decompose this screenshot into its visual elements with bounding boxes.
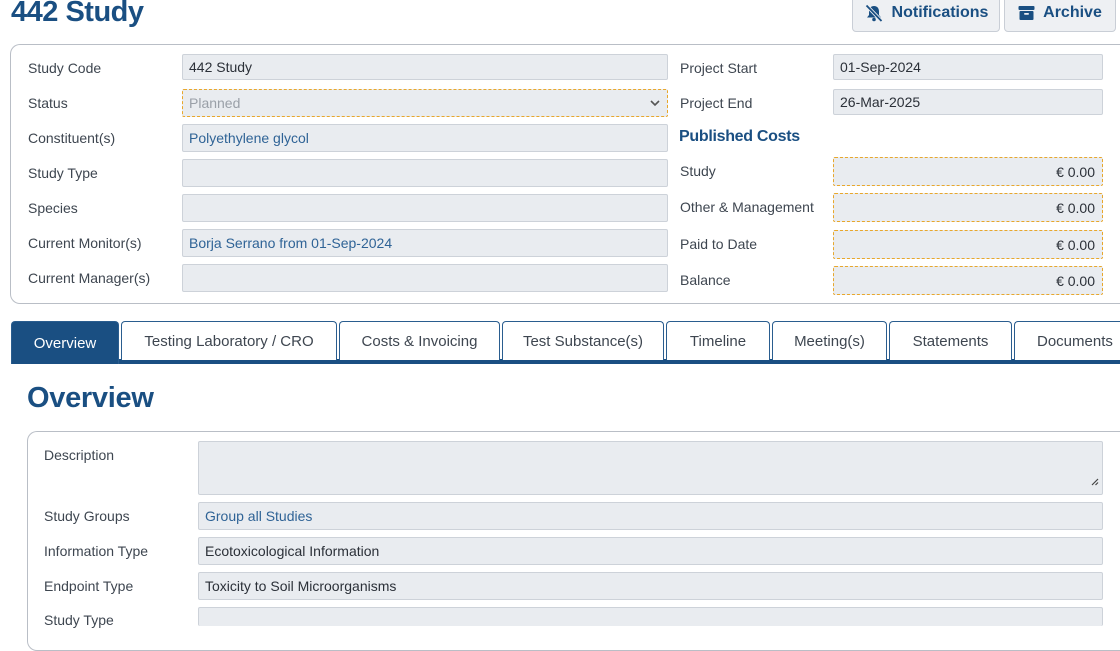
page-title: 442 Study — [11, 0, 144, 28]
overview-study-type-field[interactable] — [198, 607, 1103, 626]
study-code-label: Study Code — [28, 60, 102, 76]
cost-paid-to-date-label: Paid to Date — [680, 236, 758, 252]
endpoint-type-label: Endpoint Type — [44, 578, 134, 594]
status-value: Planned — [189, 95, 241, 111]
resize-handle-icon[interactable] — [1090, 473, 1099, 491]
study-code-field[interactable]: 442 Study — [182, 54, 668, 80]
cost-other-management-label: Other & Management — [680, 199, 814, 215]
cost-other-management-field[interactable]: € 0.00 — [833, 193, 1103, 222]
project-start-label: Project Start — [680, 60, 758, 76]
tab-testing-laboratory[interactable]: Testing Laboratory / CRO — [121, 321, 337, 360]
project-start-field[interactable]: 01-Sep-2024 — [833, 54, 1103, 80]
endpoint-type-field[interactable]: Toxicity to Soil Microorganisms — [198, 572, 1103, 600]
cost-study-field[interactable]: € 0.00 — [833, 157, 1103, 186]
constituents-field[interactable]: Polyethylene glycol — [182, 124, 668, 152]
archive-label: Archive — [1043, 4, 1102, 21]
status-label: Status — [28, 95, 68, 111]
archive-box-icon — [1018, 5, 1035, 21]
project-end-label: Project End — [680, 95, 753, 111]
overview-heading: Overview — [27, 382, 154, 414]
cost-balance-field[interactable]: € 0.00 — [833, 266, 1103, 295]
current-managers-label: Current Manager(s) — [28, 270, 151, 286]
published-costs-heading: Published Costs — [679, 128, 800, 145]
tab-overview[interactable]: Overview — [11, 321, 119, 364]
tab-statements[interactable]: Statements — [889, 321, 1012, 360]
tab-meetings[interactable]: Meeting(s) — [772, 321, 887, 360]
current-monitors-label: Current Monitor(s) — [28, 235, 142, 251]
project-end-field[interactable]: 26-Mar-2025 — [833, 89, 1103, 115]
current-managers-field[interactable] — [182, 264, 668, 292]
tab-documents[interactable]: Documents — [1014, 321, 1120, 360]
constituents-label: Constituent(s) — [28, 130, 116, 146]
study-type-field[interactable] — [182, 159, 668, 187]
information-type-label: Information Type — [44, 543, 149, 559]
archive-button[interactable]: Archive — [1004, 0, 1116, 32]
information-type-field[interactable]: Ecotoxicological Information — [198, 537, 1103, 565]
tab-costs-invoicing[interactable]: Costs & Invoicing — [339, 321, 500, 360]
study-groups-field[interactable]: Group all Studies — [198, 502, 1103, 530]
tab-test-substances[interactable]: Test Substance(s) — [502, 321, 664, 360]
bell-slash-icon — [864, 4, 884, 22]
study-groups-label: Study Groups — [44, 508, 130, 524]
cost-study-label: Study — [680, 163, 716, 179]
description-textarea[interactable] — [198, 441, 1103, 495]
species-field[interactable] — [182, 194, 668, 222]
cost-balance-label: Balance — [680, 272, 731, 288]
status-select[interactable]: Planned — [182, 89, 668, 117]
tab-bar: Overview Testing Laboratory / CRO Costs … — [11, 321, 1120, 364]
description-label: Description — [44, 447, 115, 463]
notifications-button[interactable]: Notifications — [852, 0, 1000, 32]
notifications-label: Notifications — [891, 4, 989, 21]
study-type-label: Study Type — [28, 165, 98, 181]
chevron-down-icon — [649, 96, 661, 112]
current-monitors-field[interactable]: Borja Serrano from 01-Sep-2024 — [182, 229, 668, 257]
species-label: Species — [28, 200, 78, 216]
tab-timeline[interactable]: Timeline — [666, 321, 770, 360]
cost-paid-to-date-field[interactable]: € 0.00 — [833, 230, 1103, 259]
